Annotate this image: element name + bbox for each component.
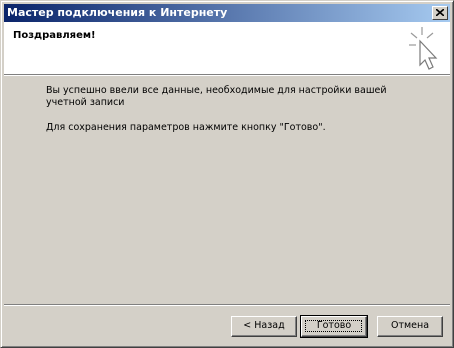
close-button[interactable] [432, 6, 448, 20]
finish-button-label: Готово [316, 320, 352, 331]
close-icon [436, 9, 444, 16]
back-button[interactable]: < Назад [231, 316, 297, 337]
window-title: Мастер подключения к Интернету [7, 6, 228, 19]
finish-button[interactable]: Готово [300, 315, 368, 338]
success-message: Вы успешно ввели все данные, необходимые… [46, 85, 387, 108]
header-divider [4, 74, 450, 76]
instruction-message: Для сохранения параметров нажмите кнопку… [46, 122, 326, 133]
cancel-button-label: Отмена [390, 320, 430, 331]
header-panel: Поздравляем! [4, 22, 450, 74]
wizard-window: Мастер подключения к Интернету Поздравля… [0, 0, 454, 348]
back-button-label: < Назад [243, 320, 285, 331]
wizard-cursor-icon [409, 27, 438, 70]
title-bar[interactable]: Мастер подключения к Интернету [4, 4, 450, 22]
button-divider [4, 304, 450, 306]
page-title: Поздравляем! [13, 30, 96, 41]
cancel-button[interactable]: Отмена [377, 316, 443, 337]
